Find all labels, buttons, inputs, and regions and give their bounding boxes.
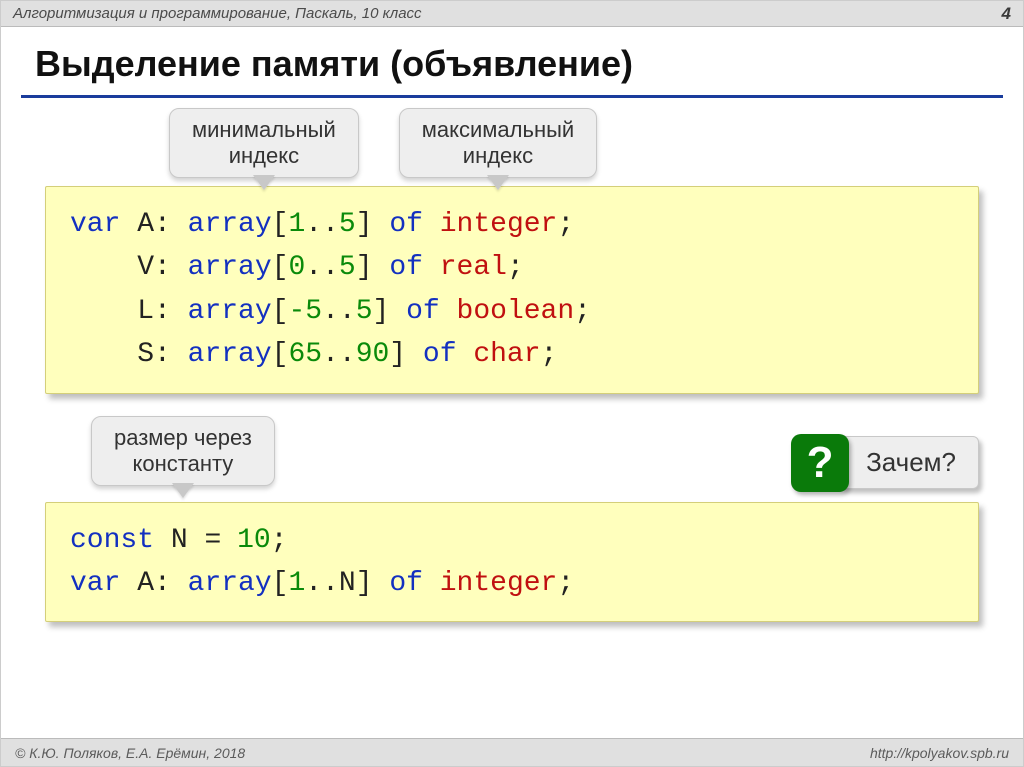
header-bar: Алгоритмизация и программирование, Паска… [1, 1, 1023, 27]
breadcrumb: Алгоритмизация и программирование, Паска… [13, 5, 422, 22]
page-number: 4 [1002, 4, 1011, 24]
title-underline [21, 95, 1003, 98]
callout-label: минимальный индекс [192, 117, 336, 168]
type-integer: integer [440, 209, 558, 240]
num-low: 1 [288, 209, 305, 240]
kw-const: const [70, 525, 154, 556]
why-label: Зачем? [839, 436, 979, 489]
type-boolean: boolean [457, 296, 575, 327]
page-title: Выделение памяти (объявление) [1, 27, 1023, 95]
question-mark-icon: ? [791, 434, 849, 492]
num-high: 5 [339, 209, 356, 240]
footer-url: http://kpolyakov.spb.ru [870, 745, 1009, 761]
why-group: ? Зачем? [791, 434, 979, 492]
callout-max-index: максимальный индекс [399, 108, 597, 178]
type-real: real [440, 252, 507, 283]
code-block-2: const N = 10; var A: array[1..N] of inte… [45, 502, 979, 623]
code-block-1: var A: array[1..5] of integer; V: array[… [45, 186, 979, 394]
copyright: © К.Ю. Поляков, Е.А. Ерёмин, 2018 [15, 745, 245, 761]
callout-size-const: размер через константу [91, 416, 275, 486]
kw-var: var [70, 209, 120, 240]
type-char: char [473, 339, 540, 370]
callout-label: максимальный индекс [422, 117, 574, 168]
kw-of: of [389, 209, 423, 240]
const-value: 10 [237, 525, 271, 556]
callout-label: размер через константу [114, 425, 252, 476]
footer-bar: © К.Ю. Поляков, Е.А. Ерёмин, 2018 http:/… [1, 738, 1023, 766]
callout-min-index: минимальный индекс [169, 108, 359, 178]
kw-array: array [188, 209, 272, 240]
